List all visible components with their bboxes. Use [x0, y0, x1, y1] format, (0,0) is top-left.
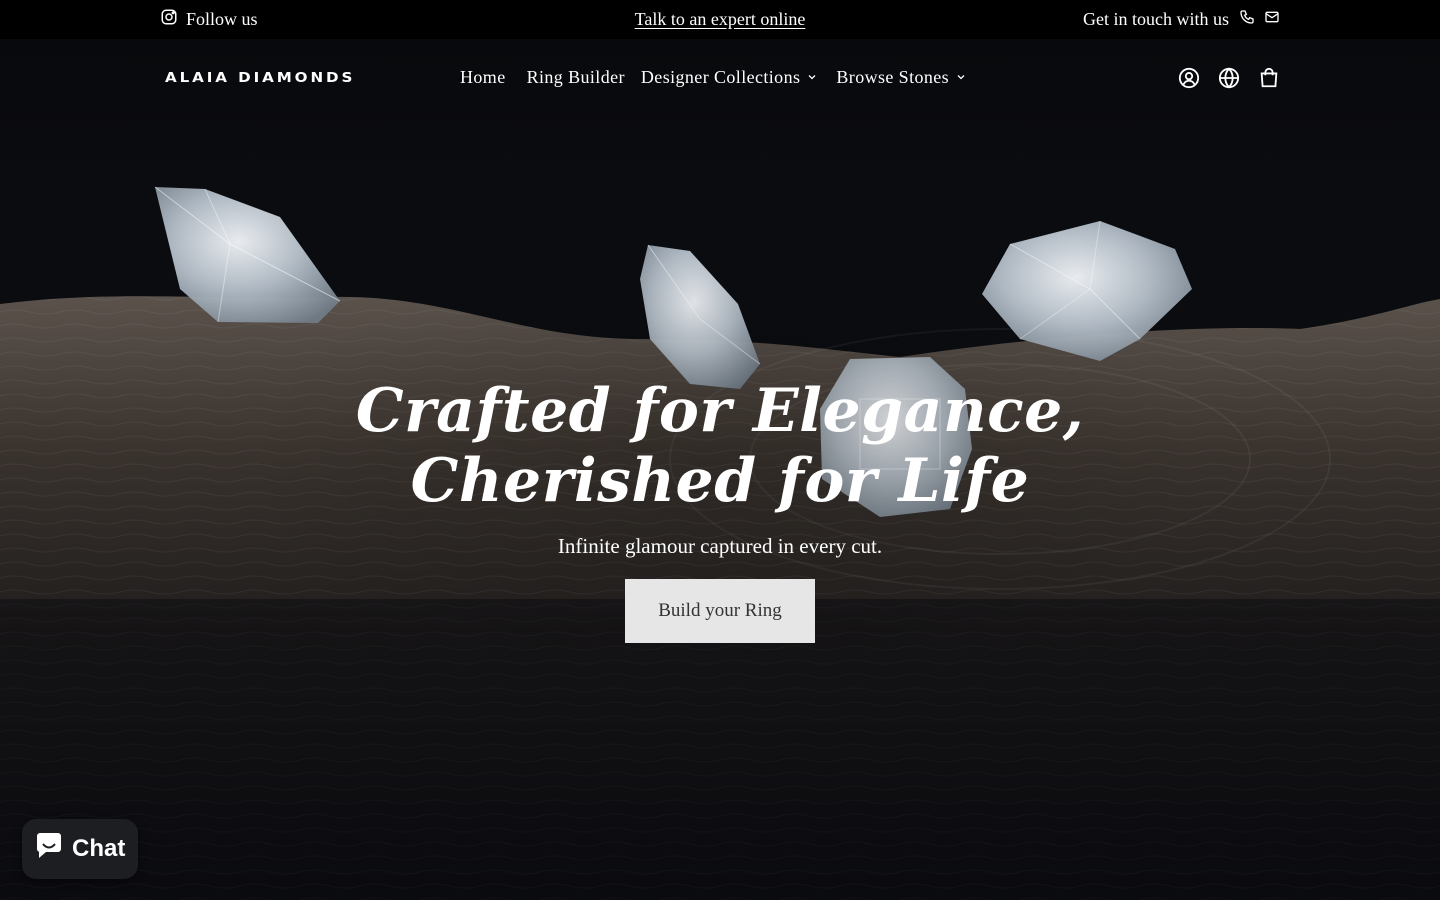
chat-bubble-icon [34, 832, 64, 867]
nav-designer-collections-label: Designer Collections [640, 67, 801, 87]
hero-headline: Crafted for Elegance, Cherished for Life [0, 376, 1440, 516]
nav-browse-stones-label: Browse Stones [836, 67, 950, 87]
mail-icon[interactable] [1264, 9, 1280, 30]
nav-ring-builder[interactable]: Ring Builder [527, 67, 625, 88]
announcement-bar: Follow us Talk to an expert online Get i… [0, 0, 1440, 39]
site-logo[interactable]: ALAIA DIAMONDS [165, 70, 355, 86]
chevron-down-icon [806, 67, 818, 88]
globe-icon[interactable] [1218, 67, 1240, 89]
build-your-ring-button[interactable]: Build your Ring [625, 579, 815, 643]
main-nav: Home Ring Builder Designer Collections B… [460, 67, 967, 88]
header-icons [1178, 67, 1280, 89]
shopping-bag-icon[interactable] [1258, 67, 1280, 89]
chevron-down-icon [955, 67, 967, 88]
site-header: ALAIA DIAMONDS Home Ring Builder Designe… [0, 39, 1440, 119]
chat-widget-button[interactable]: Chat [22, 819, 138, 879]
talk-to-expert-link[interactable]: Talk to an expert online [635, 9, 806, 30]
phone-icon[interactable] [1239, 9, 1255, 30]
follow-us[interactable]: Follow us [160, 0, 258, 39]
nav-designer-collections[interactable]: Designer Collections [641, 67, 818, 88]
instagram-icon[interactable] [160, 8, 178, 31]
hero-headline-line-2: Cherished for Life [410, 446, 1030, 516]
hero-subtitle: Infinite glamour captured in every cut. [557, 534, 883, 558]
chat-label: Chat [72, 835, 126, 862]
contact-label: Get in touch with us [1083, 9, 1229, 29]
nav-browse-stones[interactable]: Browse Stones [836, 67, 967, 88]
account-icon[interactable] [1178, 67, 1200, 89]
follow-us-label: Follow us [186, 9, 258, 29]
hero-headline-line-1: Crafted for Elegance, [355, 376, 1085, 446]
contact-area: Get in touch with us [1083, 0, 1280, 39]
nav-home[interactable]: Home [460, 67, 506, 88]
